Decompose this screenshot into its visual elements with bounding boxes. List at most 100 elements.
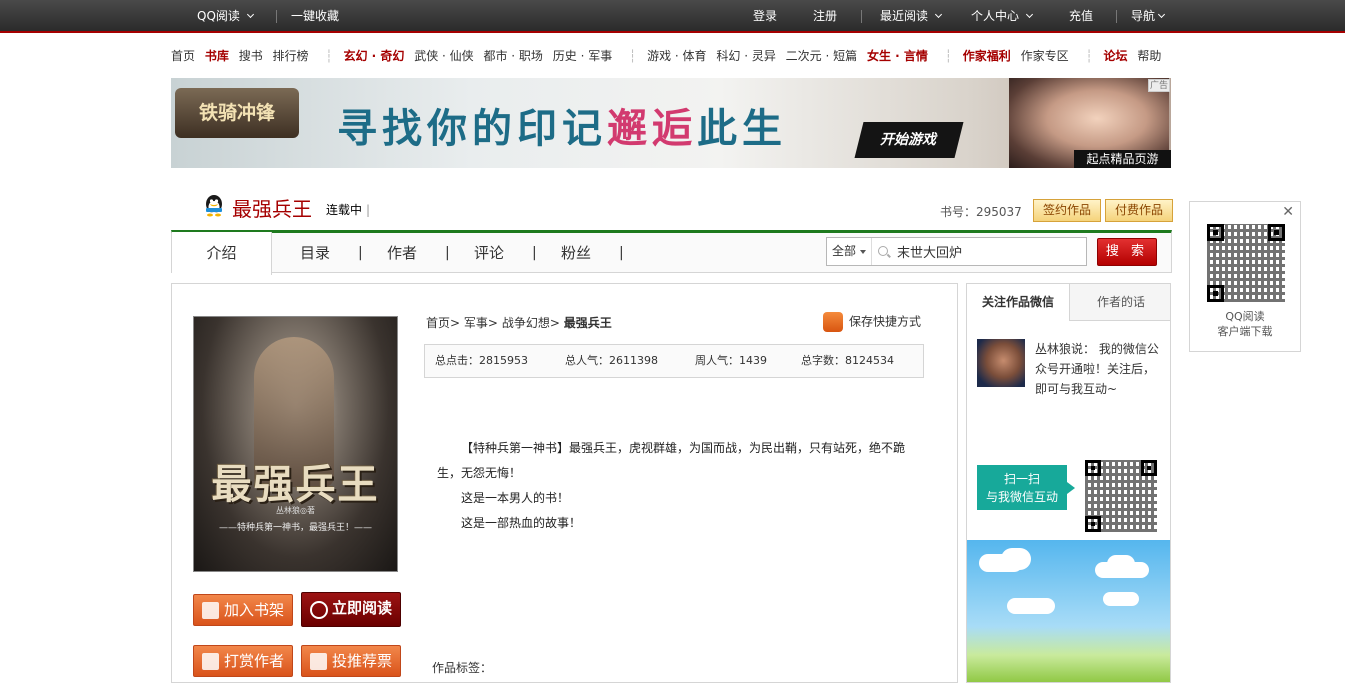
main-nav: 首页 书库 搜书 排行榜 ┆ 玄幻 · 奇幻 武侠 · 仙侠 都市 · 职场 历…	[171, 47, 1167, 65]
search-input[interactable]	[897, 241, 1082, 261]
read-now-button[interactable]: 立即阅读	[301, 592, 401, 627]
chevron-down-icon	[1157, 10, 1166, 19]
tab-author[interactable]: 作者	[387, 233, 417, 273]
tab-catalog[interactable]: 目录	[300, 233, 330, 273]
save-shortcut-label: 保存快捷方式	[849, 314, 922, 329]
qq-read-menu[interactable]: QQ阅读	[197, 0, 254, 33]
bookshelf-icon	[202, 602, 219, 619]
nav-rankings[interactable]: 排行榜	[273, 47, 309, 64]
nav-acg[interactable]: 二次元 · 短篇	[786, 47, 857, 64]
book-number: 书号：295037	[940, 205, 1022, 219]
breadcrumb-military[interactable]: 军事	[464, 316, 488, 330]
nav-fantasy[interactable]: 玄幻 · 奇幻	[343, 47, 404, 64]
breadcrumb-current: 最强兵王	[563, 316, 612, 330]
tab-divider: |	[445, 245, 450, 261]
breadcrumb-sep: >	[450, 316, 461, 330]
qq-read-label: QQ阅读	[197, 9, 240, 23]
recharge-link[interactable]: 充值	[1069, 0, 1093, 33]
nav-urban[interactable]: 都市 · 职场	[483, 47, 542, 64]
start-game-button[interactable]: 开始游戏	[854, 122, 964, 158]
nav-writer-benefits[interactable]: 作家福利	[963, 47, 1011, 64]
app-download-text: 客户端下载	[1217, 325, 1273, 338]
nav-forum[interactable]: 论坛	[1104, 47, 1128, 64]
search-button[interactable]: 搜 索	[1097, 238, 1157, 266]
navigation-label: 导航	[1131, 9, 1156, 23]
chevron-down-icon	[934, 10, 943, 19]
slogan-part: 寻找你的印记	[337, 105, 607, 152]
author-avatar	[977, 339, 1025, 387]
caret-down-icon	[860, 250, 867, 254]
tab-divider: |	[532, 245, 537, 261]
intro-paragraph: 这是一部热血的故事！	[461, 516, 582, 530]
search-box: 全部	[826, 237, 1087, 266]
side-panel: 关注作品微信 作者的话 丛林狼说： 我的微信公众号开通啦！关注后，即可与我互动~…	[966, 283, 1171, 683]
tab-comment[interactable]: 评论	[474, 233, 504, 273]
nav-divider: ┆	[629, 49, 637, 63]
cover-title: 最强兵王	[211, 461, 380, 508]
nav-help[interactable]: 帮助	[1137, 47, 1161, 64]
save-shortcut-link[interactable]: 保存快捷方式	[823, 312, 921, 332]
tags-label: 作品标签：	[432, 661, 493, 675]
app-download-float: ✕ QQ阅读 客户端下载	[1189, 201, 1301, 352]
navigation-menu[interactable]: 导航	[1131, 0, 1166, 33]
nav-library[interactable]: 书库	[205, 47, 229, 64]
tab-follow-wechat[interactable]: 关注作品微信	[967, 284, 1069, 321]
search-scope-select[interactable]: 全部	[827, 238, 872, 265]
tab-fans[interactable]: 粉丝	[561, 233, 591, 273]
nav-home[interactable]: 首页	[171, 47, 195, 64]
tab-intro[interactable]: 介绍	[172, 232, 272, 275]
book-introduction: 【特种兵第一神书】最强兵王，虎视群雄，为国而战，为民出鞘，只有站死，绝不跪生，无…	[437, 436, 912, 536]
status-divider: |	[366, 203, 371, 217]
divider	[276, 10, 277, 23]
signed-work-badge[interactable]: 签约作品	[1033, 199, 1101, 222]
recent-reading-menu[interactable]: 最近阅读	[880, 0, 943, 33]
nav-search-books[interactable]: 搜书	[239, 47, 263, 64]
tab-author-words[interactable]: 作者的话	[1069, 284, 1170, 321]
slogan-highlight: 邂逅	[607, 105, 697, 152]
breadcrumb-home[interactable]: 首页	[426, 316, 450, 330]
intro-paragraph: 【特种兵第一神书】最强兵王，虎视群雄，为国而战，为民出鞘，只有站死，绝不跪生，无…	[437, 441, 906, 480]
breadcrumb: 首页> 军事> 战争幻想> 最强兵王	[426, 314, 612, 331]
nav-game[interactable]: 游戏 · 体育	[647, 47, 706, 64]
nav-wuxia[interactable]: 武侠 · 仙侠	[414, 47, 473, 64]
ad-tag: 广告	[1148, 79, 1170, 92]
chevron-down-icon	[1025, 10, 1034, 19]
add-to-shelf-button[interactable]: 加入书架	[193, 594, 293, 626]
app-qr-code	[1207, 224, 1285, 302]
recent-reading-label: 最近阅读	[880, 9, 929, 23]
scan-line: 与我微信互动	[985, 490, 1058, 504]
stat-total-clicks: 总点击：2815953	[435, 354, 528, 367]
nav-scifi[interactable]: 科幻 · 灵异	[716, 47, 775, 64]
status-text: 连载中	[326, 203, 363, 217]
personal-center-menu[interactable]: 个人中心	[971, 0, 1034, 33]
book-cover[interactable]: 最强兵王 丛林狼◎著 ——特种兵第一神书，最强兵王！——	[193, 316, 398, 572]
tip-author-button[interactable]: 打赏作者	[193, 645, 293, 677]
breadcrumb-sep: >	[549, 316, 560, 330]
intro-paragraph: 这是一本男人的书！	[461, 491, 570, 505]
wechat-qr-code	[1085, 460, 1157, 532]
paid-work-badge[interactable]: 付费作品	[1105, 199, 1173, 222]
recommend-vote-button[interactable]: 投推荐票	[301, 645, 401, 677]
nav-divider: ┆	[325, 49, 333, 63]
login-link[interactable]: 登录	[753, 0, 777, 33]
slogan-part: 此生	[697, 105, 787, 152]
divider	[1116, 10, 1117, 23]
book-title: 最强兵王	[232, 197, 312, 221]
book-status: 连载中 |	[326, 201, 370, 218]
top-bar: QQ阅读 一键收藏 登录 注册 最近阅读 个人中心 充值 导航	[0, 0, 1345, 33]
nav-female[interactable]: 女生 · 言情	[867, 47, 928, 64]
page-game-link[interactable]: 起点精品页游	[1074, 150, 1171, 168]
book-stats: 总点击：2815953 总人气：2611398 周人气：1439 总字数：812…	[424, 344, 924, 378]
scan-wechat-callout: 扫一扫 与我微信互动	[977, 465, 1075, 510]
nav-history[interactable]: 历史 · 军事	[553, 47, 612, 64]
register-link[interactable]: 注册	[813, 0, 837, 33]
breadcrumb-war-fantasy[interactable]: 战争幻想	[502, 316, 550, 330]
close-icon[interactable]: ✕	[1282, 205, 1294, 219]
cover-subtitle: ——特种兵第一神书，最强兵王！——	[218, 523, 372, 533]
nav-writer-zone[interactable]: 作家专区	[1021, 47, 1069, 64]
bookmark-link[interactable]: 一键收藏	[291, 0, 339, 33]
ticket-icon	[310, 653, 327, 670]
stat-total-popularity: 总人气：2611398	[565, 354, 658, 367]
ad-banner[interactable]: 铁骑冲锋 寻找你的印记邂逅此生 开始游戏 广告 起点精品页游	[171, 78, 1171, 168]
banner-slogan: 寻找你的印记邂逅此生	[337, 96, 787, 154]
